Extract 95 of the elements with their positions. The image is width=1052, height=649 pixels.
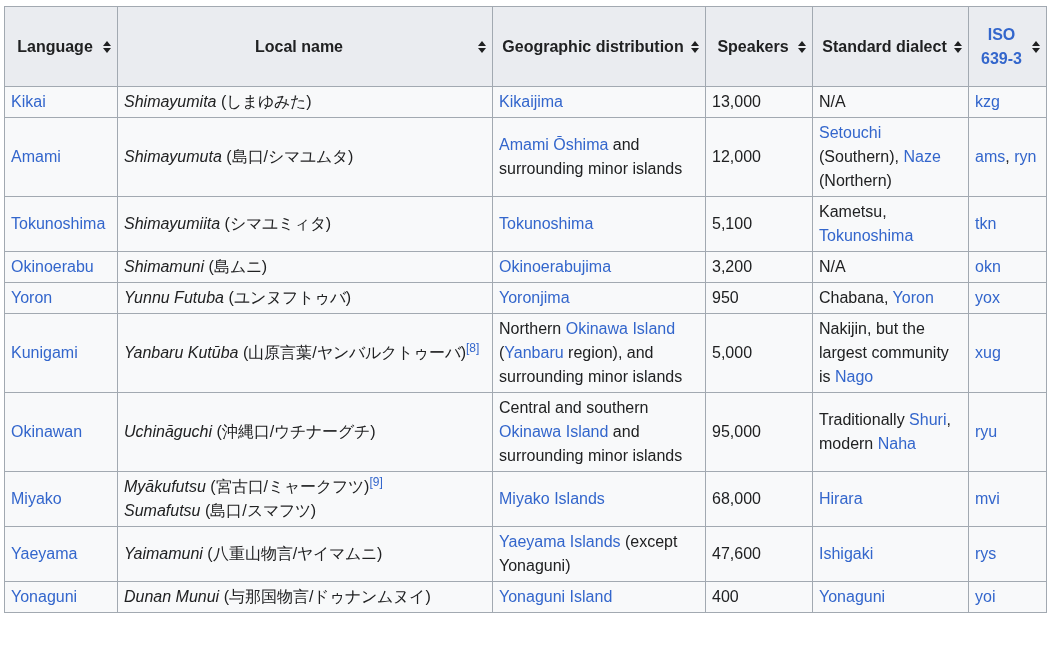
link[interactable]: Yoronjima xyxy=(499,289,570,306)
header-label: Standard dialect xyxy=(821,36,948,57)
language-link[interactable]: Amami xyxy=(11,148,61,165)
language-link[interactable]: Okinoerabu xyxy=(11,258,94,275)
speakers-count: 47,600 xyxy=(712,545,761,562)
sort-icon[interactable] xyxy=(103,40,111,53)
sort-icon[interactable] xyxy=(1032,40,1040,53)
link[interactable]: Hirara xyxy=(819,490,863,507)
dialect-text: N/A xyxy=(819,258,846,275)
link[interactable]: Yoron xyxy=(892,289,934,306)
link[interactable]: Yonaguni Island xyxy=(499,588,613,605)
link[interactable]: Setouchi xyxy=(819,124,882,141)
link[interactable]: Naha xyxy=(877,435,916,452)
language-link[interactable]: Tokunoshima xyxy=(11,215,106,232)
sort-icon[interactable] xyxy=(691,40,699,53)
column-header[interactable]: Standard dialect xyxy=(812,6,969,87)
speakers-count: 12,000 xyxy=(712,148,761,165)
distribution-text: Amami Ōshima and surrounding minor islands xyxy=(499,136,683,177)
language-link[interactable]: Kunigami xyxy=(11,344,78,361)
header-label: Language xyxy=(16,36,94,57)
distribution-text: Yaeyama Islands (except Yonaguni) xyxy=(499,533,678,574)
link[interactable]: yoi xyxy=(975,588,996,605)
local-name: Yunnu Futuba (ユンヌフトゥバ) xyxy=(124,289,352,306)
speakers-count: 5,000 xyxy=(712,344,753,361)
link[interactable]: Yonaguni xyxy=(819,588,886,605)
link[interactable]: Miyako Islands xyxy=(499,490,605,507)
column-header[interactable]: Local name xyxy=(117,6,493,87)
column-header[interactable]: Geographic distribution xyxy=(492,6,706,87)
link[interactable]: Naze xyxy=(903,148,941,165)
link[interactable]: Ishigaki xyxy=(819,545,874,562)
link[interactable]: Okinoerabujima xyxy=(499,258,612,275)
header-label: Local name xyxy=(254,36,344,57)
local-name: Yaimamuni (八重山物言/ヤイマムニ) xyxy=(124,545,383,562)
local-name: Dunan Munui (与那国物言/ドゥナンムヌイ) xyxy=(124,588,431,605)
dialect-text: Setouchi (Southern), Naze (Northern) xyxy=(819,124,941,189)
language-link[interactable]: Kikai xyxy=(11,93,46,110)
speakers-count: 950 xyxy=(712,289,739,306)
distribution-text: Central and southern Okinawa Island and surrounding minor islands xyxy=(499,399,683,464)
distribution-text: Northern Okinawa Island (Yanbaru region), and surrounding minor islands xyxy=(499,320,683,385)
link[interactable]: Nago xyxy=(835,368,874,385)
link[interactable]: Okinawa Island xyxy=(499,423,609,440)
language-link[interactable]: Yonaguni xyxy=(11,588,78,605)
local-name: Shimamuni (島ムニ) xyxy=(124,258,268,275)
speakers-count: 400 xyxy=(712,588,739,605)
language-link[interactable]: Okinawan xyxy=(11,423,83,440)
local-name: Yanbaru Kutūba (山原言葉/ヤンバルクトゥーバ)$^{[8]}$ xyxy=(124,344,480,361)
local-name: Myākufutsu (宮古口/ミャークフツ)$^{[9]}$ xyxy=(124,478,383,495)
link[interactable]: Shuri xyxy=(909,411,947,428)
link[interactable]: Kikaijima xyxy=(499,93,563,110)
link[interactable]: yox xyxy=(975,289,1000,306)
link[interactable]: xug xyxy=(975,344,1001,361)
link[interactable]: rys xyxy=(975,545,997,562)
link[interactable]: Okinawa Island xyxy=(565,320,676,337)
iso-codes: ams, ryn xyxy=(975,148,1037,165)
dialect-text: Traditionally Shuri, modern Naha xyxy=(819,411,951,452)
reference-link[interactable]: [9] xyxy=(369,475,383,489)
column-header[interactable]: ISO 639-3 xyxy=(968,6,1047,87)
speakers-count: 3,200 xyxy=(712,258,753,275)
speakers-count: 13,000 xyxy=(712,93,761,110)
dialect-text: Chabana, Yoron xyxy=(819,289,934,306)
language-link[interactable]: Miyako xyxy=(11,490,62,507)
link[interactable]: Yanbaru xyxy=(504,344,564,361)
dialect-text: N/A xyxy=(819,93,846,110)
sort-icon[interactable] xyxy=(798,40,806,53)
local-name: Shimayumiita (シマユミィタ) xyxy=(124,215,332,232)
speakers-count: 95,000 xyxy=(712,423,761,440)
language-link[interactable]: Yoron xyxy=(11,289,53,306)
link[interactable]: okn xyxy=(975,258,1001,275)
link[interactable]: ryn xyxy=(1014,148,1037,165)
dialect-text: Nakijin, but the largest community is Nago xyxy=(819,320,949,385)
local-name: Uchināguchi (沖縄口/ウチナーグチ) xyxy=(124,423,376,440)
sort-icon[interactable] xyxy=(954,40,962,53)
link[interactable]: Amami Ōshima xyxy=(499,136,609,153)
dialect-text: Kametsu, Tokunoshima xyxy=(819,203,914,244)
speakers-count: 5,100 xyxy=(712,215,753,232)
local-name: Sumafutsu (島口/スマフツ) xyxy=(124,502,317,519)
column-header[interactable]: Speakers xyxy=(705,6,813,87)
link[interactable]: Yaeyama Islands xyxy=(499,533,621,550)
local-name: Shimayumita (しまゆみた) xyxy=(124,93,312,110)
link[interactable]: tkn xyxy=(975,215,997,232)
link[interactable]: ams xyxy=(975,148,1006,165)
header-label: ISO 639-3 xyxy=(980,24,1023,69)
link[interactable]: mvi xyxy=(975,490,1000,507)
local-name: Shimayumuta (島口/シマユムタ) xyxy=(124,148,354,165)
speakers-count: 68,000 xyxy=(712,490,761,507)
sort-icon[interactable] xyxy=(478,40,486,53)
header-label: Geographic distribution xyxy=(501,36,685,57)
header-label: Speakers xyxy=(716,36,790,57)
link[interactable]: Tokunoshima xyxy=(819,227,914,244)
reference-link[interactable]: [8] xyxy=(466,341,480,355)
column-header[interactable]: Language xyxy=(4,6,118,87)
link[interactable]: ryu xyxy=(975,423,998,440)
link[interactable]: kzg xyxy=(975,93,1000,110)
link[interactable]: Tokunoshima xyxy=(499,215,594,232)
language-link[interactable]: Yaeyama xyxy=(11,545,78,562)
